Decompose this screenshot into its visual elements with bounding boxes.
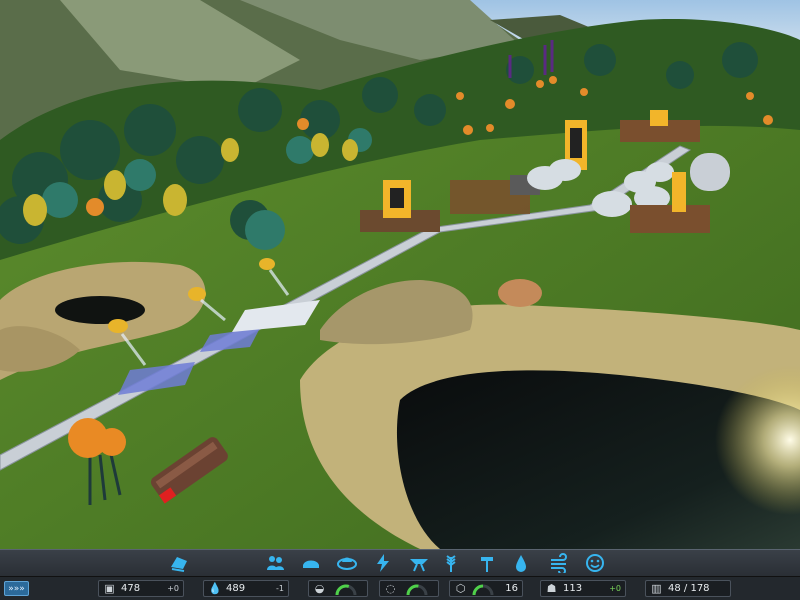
water-icon[interactable]: [510, 553, 532, 573]
energy-icon[interactable]: [372, 553, 394, 573]
water-resource[interactable]: 💧 489 -1: [203, 580, 289, 597]
crate-icon: ▣: [104, 582, 115, 595]
agriculture-icon[interactable]: [440, 553, 462, 573]
housing-value: 48 / 178: [668, 583, 710, 594]
housing-icon: ▥: [651, 582, 662, 595]
happiness-resource[interactable]: ◌: [379, 580, 439, 597]
build-toolbar: [0, 549, 800, 576]
water-drop-icon: 💧: [208, 582, 222, 595]
happiness-icon[interactable]: [584, 553, 606, 573]
drone-icon[interactable]: [408, 553, 430, 573]
food-tray-icon: ◒: [314, 582, 325, 595]
housing-resource[interactable]: ▥ 48 / 178: [645, 580, 731, 597]
water-value: 489: [226, 583, 246, 594]
drones-resource[interactable]: ⬡ 16: [449, 580, 523, 597]
water-delta: -1: [276, 584, 284, 593]
terraform-icon[interactable]: [476, 553, 498, 573]
buildings-resource[interactable]: ▣ 478 +0: [98, 580, 184, 597]
ring-icon: ◌: [385, 582, 396, 595]
buildings-value: 478: [121, 583, 141, 594]
food-icon[interactable]: [336, 553, 358, 573]
habitat-icon[interactable]: [300, 553, 322, 573]
happiness-gauge: [406, 584, 428, 596]
colonists-resource[interactable]: ☗ 113 +0: [540, 580, 626, 597]
drones-value: 16: [505, 583, 518, 594]
game-world-view[interactable]: [0, 0, 800, 549]
colonist-icon: ☗: [546, 582, 557, 595]
food-resource[interactable]: ◒: [308, 580, 368, 597]
colonists-delta: +0: [609, 584, 621, 593]
drone-icon: ⬡: [455, 582, 466, 595]
food-gauge: [335, 584, 357, 596]
colonists-value: 113: [563, 583, 583, 594]
air-icon[interactable]: [548, 553, 570, 575]
population-icon[interactable]: [264, 553, 286, 573]
game-speed-button[interactable]: »»»: [4, 581, 29, 596]
resource-status-bar: »»» ▣ 478 +0 💧 489 -1 ◒ ◌ ⬡ 16 ☗ 113 +0 …: [0, 576, 800, 600]
buildings-delta: +0: [167, 584, 179, 593]
drones-gauge: [472, 584, 494, 596]
bulldozer-icon[interactable]: [168, 553, 190, 573]
